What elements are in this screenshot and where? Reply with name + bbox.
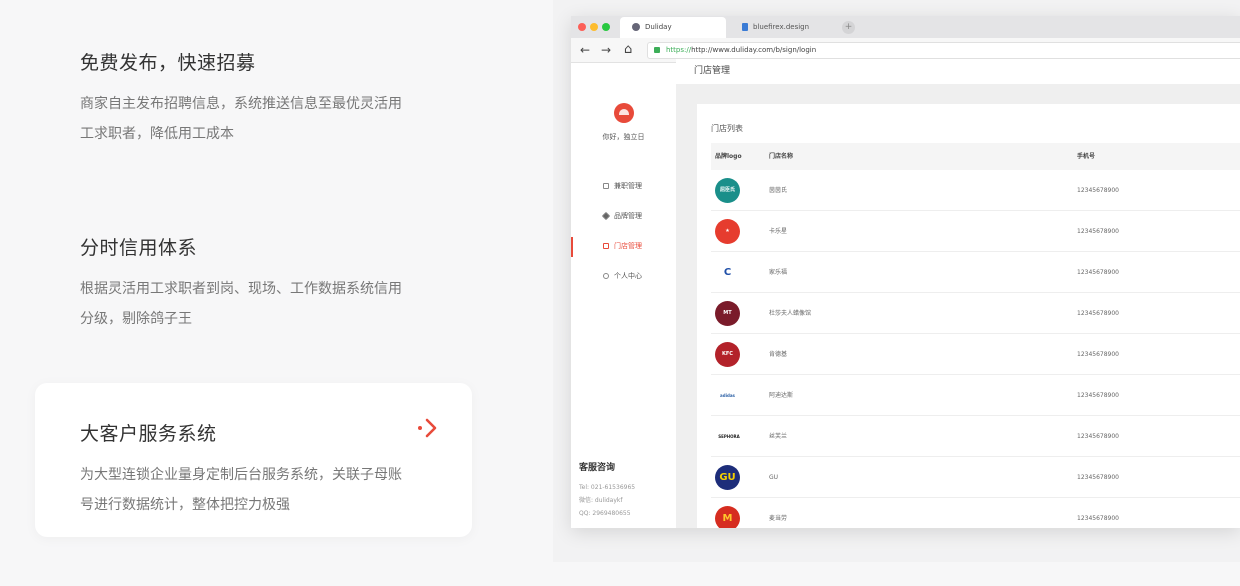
customer-service-contact: 客服咨询 Tel: 021-61536965 微信: dulidaykf QQ:… — [579, 460, 635, 520]
store-name-cell: 肯德基 — [769, 351, 788, 358]
tab-label: Duliday — [645, 23, 672, 31]
lock-icon — [654, 47, 660, 53]
store-list-panel: 门店列表 品牌logo 门店名称 手机号 屈臣氏 茵茵氏 12345678900 ★ 卡… — [697, 104, 1240, 528]
url-text: http://www.duliday.com/b/sign/login — [691, 46, 817, 54]
contact-title: 客服咨询 — [579, 463, 616, 473]
table-row[interactable]: C 家乐福 12345678900 — [711, 252, 1240, 293]
table-row[interactable]: 屈臣氏 茵茵氏 12345678900 — [711, 170, 1240, 211]
phone-cell: 12345678900 — [1077, 228, 1119, 235]
back-arrow-icon[interactable]: ← — [580, 43, 590, 57]
brand-logo: SEPHORA — [713, 424, 745, 449]
brand-logo: C — [715, 260, 740, 285]
feature-description: 为大型连锁企业量身定制后台服务系统，关联子母账号进行数据统计，整体把控力极强 — [80, 467, 402, 513]
page-title: 门店管理 — [676, 59, 1240, 84]
table-row[interactable]: GU GU 12345678900 — [711, 457, 1240, 498]
contact-qq: QQ: 2969480655 — [579, 510, 631, 517]
url-field[interactable]: https://http://www.duliday.com/b/sign/lo… — [647, 42, 1240, 59]
globe-icon — [632, 23, 640, 31]
phone-cell: 12345678900 — [1077, 392, 1119, 399]
store-name-cell: 麦当劳 — [769, 515, 788, 522]
store-name-cell: 杜莎夫人蜡像馆 — [769, 310, 812, 317]
table-row[interactable]: adidas 阿迪达斯 12345678900 — [711, 375, 1240, 416]
feature-title: 分时信用体系 — [80, 237, 198, 259]
avatar[interactable] — [614, 103, 634, 123]
feature-list: 免费发布，快速招募 商家自主发布招聘信息，系统推送信息至最优灵活用工求职者，降低… — [0, 0, 540, 586]
feature-description: 根据灵活用工求职者到岗、现场、工作数据系统信用分级，剔除鸽子王 — [80, 281, 402, 327]
store-name-cell: 卡乐星 — [769, 228, 788, 235]
phone-cell: 12345678900 — [1077, 310, 1119, 317]
sidebar-item-part-time[interactable]: 兼职管理 — [571, 179, 676, 209]
tab-label: bluefirex.design — [753, 23, 810, 31]
store-name-cell: 阿迪达斯 — [769, 392, 794, 399]
sidebar-item-label: 兼职管理 — [614, 182, 642, 190]
store-name-cell: 茵茵氏 — [769, 187, 788, 194]
phone-cell: 12345678900 — [1077, 474, 1119, 481]
sidebar-menu: 兼职管理 品牌管理 门店管理 个人中心 — [571, 179, 676, 299]
main-content: 门店管理 门店列表 品牌logo 门店名称 手机号 屈臣氏 茵茵氏 12345678… — [676, 59, 1240, 528]
store-icon — [603, 243, 609, 249]
store-name-cell: GU — [769, 474, 779, 481]
feature-title: 大客户服务系统 — [80, 423, 217, 445]
table-row[interactable]: SEPHORA 丝芙兰 12345678900 — [711, 416, 1240, 457]
brand-logo: adidas — [715, 383, 740, 408]
store-name-cell: 家乐福 — [769, 269, 788, 276]
brand-logo: ★ — [715, 219, 740, 244]
sidebar-item-label: 品牌管理 — [614, 212, 642, 220]
column-header-logo: 品牌logo — [715, 153, 742, 160]
brand-logo: M — [715, 506, 740, 528]
brand-logo: MT — [715, 301, 740, 326]
phone-cell: 12345678900 — [1077, 269, 1119, 276]
table-row[interactable]: M 麦当劳 12345678900 — [711, 498, 1240, 528]
user-icon — [603, 273, 609, 279]
brand-logo: KFC — [715, 342, 740, 367]
table-header: 品牌logo 门店名称 手机号 — [711, 143, 1240, 170]
sidebar-item-stores[interactable]: 门店管理 — [571, 237, 676, 269]
maximize-window-dot[interactable] — [602, 23, 610, 31]
feature-description: 商家自主发布招聘信息，系统推送信息至最优灵活用工求职者，降低用工成本 — [80, 96, 402, 142]
new-tab-button[interactable]: + — [842, 21, 855, 34]
tag-icon — [601, 211, 611, 221]
panel-title: 门店列表 — [711, 124, 743, 133]
sidebar-item-brands[interactable]: 品牌管理 — [571, 209, 676, 239]
column-header-store-name: 门店名称 — [769, 153, 794, 160]
browser-window: Duliday bluefirex.design + ← → ⌂ https:/… — [571, 16, 1240, 528]
table-row[interactable]: MT 杜莎夫人蜡像馆 12345678900 — [711, 293, 1240, 334]
user-greeting: 你好，独立日 — [602, 133, 645, 141]
table-row[interactable]: ★ 卡乐星 12345678900 — [711, 211, 1240, 252]
feature-free-publish: 免费发布，快速招募 商家自主发布招聘信息，系统推送信息至最优灵活用工求职者，降低… — [80, 48, 410, 149]
column-header-phone: 手机号 — [1077, 153, 1096, 160]
sidebar-item-label: 个人中心 — [614, 272, 642, 280]
home-icon[interactable]: ⌂ — [624, 43, 632, 57]
phone-cell: 12345678900 — [1077, 515, 1119, 522]
brand-logo: 屈臣氏 — [715, 178, 740, 203]
sidebar-item-label: 门店管理 — [614, 242, 642, 250]
tab-duliday[interactable]: Duliday — [620, 17, 726, 38]
browser-tabbar: Duliday bluefirex.design + — [571, 16, 1240, 38]
minimize-window-dot[interactable] — [590, 23, 598, 31]
phone-cell: 12345678900 — [1077, 433, 1119, 440]
sidebar-item-profile[interactable]: 个人中心 — [571, 269, 676, 299]
layers-icon — [603, 183, 609, 189]
contact-tel: Tel: 021-61536965 — [579, 484, 636, 491]
phone-cell: 12345678900 — [1077, 187, 1119, 194]
table-row[interactable]: KFC 肯德基 12345678900 — [711, 334, 1240, 375]
forward-arrow-icon[interactable]: → — [601, 43, 611, 57]
feature-credit-system: 分时信用体系 根据灵活用工求职者到岗、现场、工作数据系统信用分级，剔除鸽子王 — [80, 233, 410, 334]
close-window-dot[interactable] — [578, 23, 586, 31]
feature-title: 免费发布，快速招募 — [80, 52, 256, 74]
brand-logo: GU — [715, 465, 740, 490]
url-protocol: https:// — [666, 46, 692, 54]
admin-app: 你好，独立日 兼职管理 品牌管理 门店管理 个人中心 客服咨询 Tel: 021… — [571, 59, 1240, 528]
page-icon — [742, 23, 748, 31]
contact-wechat: 微信: dulidaykf — [579, 497, 623, 504]
store-name-cell: 丝芙兰 — [769, 433, 788, 440]
chevron-right-icon[interactable] — [416, 417, 442, 439]
sidebar: 你好，独立日 兼职管理 品牌管理 门店管理 个人中心 客服咨询 Tel: 021… — [571, 63, 676, 528]
feature-enterprise-service[interactable]: 大客户服务系统 为大型连锁企业量身定制后台服务系统，关联子母账号进行数据统计，整… — [80, 419, 410, 520]
tab-bluefirex[interactable]: bluefirex.design — [730, 17, 838, 38]
phone-cell: 12345678900 — [1077, 351, 1119, 358]
